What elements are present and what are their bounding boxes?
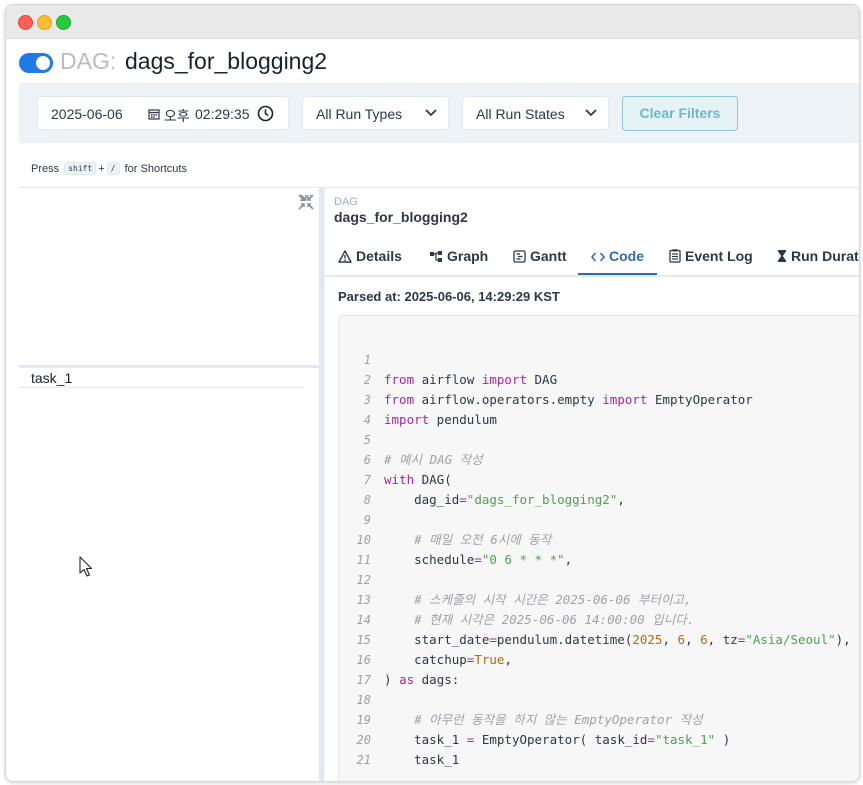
code-line: 16 ) as dags: [339,630,460,687]
code-line: 9 # 매일 오전 6시에 동작 [339,490,552,547]
clear-filters-button[interactable]: Clear Filters [622,96,738,131]
tab-run-duration-label: Run Duration [791,248,859,264]
code-text: from airflow.operators.empty import Empt… [384,392,753,407]
minimize-window-button[interactable] [37,15,52,30]
code-line: 12 # 스케줄의 시작 시간은 2025-06-06 부터이고, [339,550,692,607]
code-icon [591,252,605,262]
code-line: 21 [339,730,414,767]
code-text: dag_id="dags_for_blogging2", [384,492,625,507]
document-icon [669,249,681,263]
hourglass-icon [778,250,786,262]
code-viewer: 1 from airflow import DAG 2 from airflow… [338,315,859,781]
close-window-button[interactable] [18,15,33,30]
tab-event-log-label: Event Log [685,248,753,264]
dag-pause-toggle[interactable] [19,53,53,73]
tab-run-duration[interactable]: Run Duration [777,237,859,275]
page-content: DAG: dags_for_blogging2 2025-06-06 오후 02… [6,38,859,781]
code-line: 18 # 아무런 동작을 하지 않는 EmptyOperator 작성 [339,670,703,727]
code-line: 20 task_1 [339,710,460,767]
tab-gantt[interactable]: Gantt [513,237,567,275]
code-text: # 현재 시각은 2025-06-06 14:00:00 입니다. [384,612,695,627]
code-line: 1 from airflow import DAG [339,330,557,387]
details-pane: DAG dags_for_blogging2 Details Graph Gan… [325,188,859,781]
maximize-window-button[interactable] [56,15,71,30]
shortcut-suffix: for Shortcuts [124,163,187,175]
grid-header-divider [19,365,319,368]
run-states-select[interactable]: All Run States [462,96,609,130]
breadcrumb-dag-link[interactable]: dags_for_blogging2 [334,209,468,225]
run-types-value: All Run Types [316,106,403,122]
code-line: 19 task_1 = EmptyOperator( task_id="task… [339,690,731,747]
code-line: 7 dag_id="dags_for_blogging2", [339,450,625,507]
code-line: 10 schedule="0 6 * * *", [339,510,573,567]
parsed-at-text: Parsed at: 2025-06-06, 14:29:29 KST [338,289,560,304]
task-row[interactable]: task_1 [19,369,304,388]
code-line: 8 [339,470,414,507]
dag-prefix: DAG: [60,48,117,74]
tab-gantt-label: Gantt [530,248,567,264]
graph-icon [430,251,442,262]
tab-details-label: Details [356,248,402,264]
details-tabs: Details Graph Gantt Code Event Log Run D… [325,237,859,277]
code-line: 6 with DAG( [339,430,452,487]
chevron-down-icon [585,109,597,117]
gantt-icon [513,250,526,263]
code-line: 5 # 예시 DAG 작성 [339,410,483,467]
browser-window: DAG: dags_for_blogging2 2025-06-06 오후 02… [5,4,860,782]
line-number: 21 [356,753,371,767]
date-value: 2025-06-06 [51,106,123,122]
slash-key: / [106,162,120,175]
code-line: 13 # 현재 시각은 2025-06-06 14:00:00 입니다. [339,570,695,627]
code-line: 3 import pendulum [339,370,497,427]
tab-details[interactable]: Details [338,237,402,275]
code-line: 14 start_date=pendulum.datetime(2025, 6,… [339,590,851,647]
run-states-value: All Run States [476,106,565,122]
code-line: 2 from airflow.operators.empty import Em… [339,350,753,407]
code-text: # 스케줄의 시작 시간은 2025-06-06 부터이고, [384,592,692,607]
code-line: 4 [339,390,414,427]
code-line: 15 catchup=True, [339,610,512,667]
code-line: 11 [339,530,414,567]
calendar-icon[interactable] [148,108,160,120]
mouse-cursor-icon [79,556,93,577]
ampm-value: 오후 [164,108,190,124]
grid-pane: task_1 [19,188,319,781]
code-text: # 아무런 동작을 하지 않는 EmptyOperator 작성 [384,712,703,727]
breadcrumb-label: DAG [334,196,358,208]
shortcut-hint: Press shift + / for Shortcuts [31,162,187,175]
clock-icon[interactable] [257,105,274,122]
collapse-icon[interactable] [298,194,314,210]
execution-date-input[interactable]: 2025-06-06 오후 02:29:35 [37,96,289,130]
chevron-down-icon [425,109,437,117]
tab-code-label: Code [609,248,644,264]
window-titlebar [6,5,859,39]
code-text: task_1 = EmptyOperator( task_id="task_1"… [384,732,731,747]
tab-code[interactable]: Code [578,237,657,275]
code-line: 17 [339,650,414,687]
time-value: 02:29:35 [195,106,249,122]
tab-event-log[interactable]: Event Log [669,237,753,275]
run-types-select[interactable]: All Run Types [302,96,449,130]
filter-bar: 2025-06-06 오후 02:29:35 All Run Types All… [19,83,859,143]
page-title: dags_for_blogging2 [125,48,328,74]
shortcut-press-text: Press [31,163,60,175]
shortcut-plus: + [98,163,105,175]
tab-graph[interactable]: Graph [429,237,488,275]
warning-icon [338,250,352,263]
tab-graph-label: Graph [447,248,489,264]
shift-key: shift [64,162,97,175]
code-text: start_date=pendulum.datetime(2025, 6, 6,… [384,632,851,647]
